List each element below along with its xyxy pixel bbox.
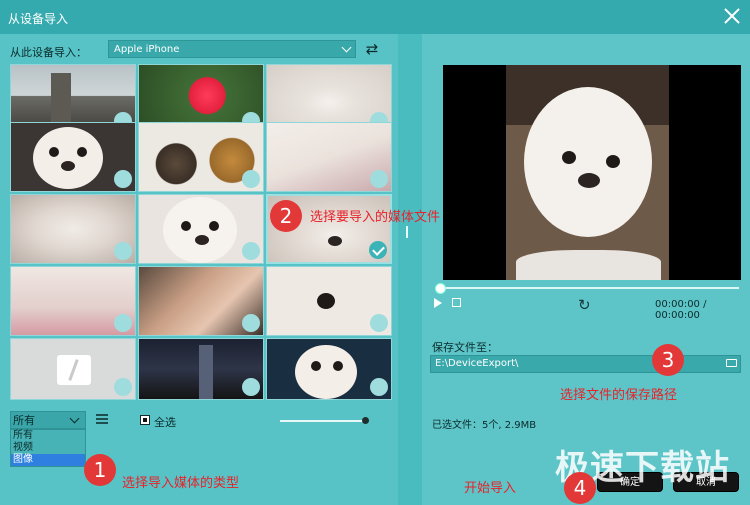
close-icon[interactable] <box>722 6 742 26</box>
dog-nose <box>61 161 75 171</box>
media-type-value: 所有 <box>13 414 35 427</box>
dog-eye <box>562 151 576 164</box>
select-circle[interactable] <box>242 378 260 396</box>
dog-eye <box>333 361 343 371</box>
thumbnail-grid <box>10 64 393 400</box>
list-view-icon[interactable] <box>96 414 108 424</box>
annotation-text: 选择文件的保存路径 <box>560 388 678 403</box>
dog-head <box>33 127 103 189</box>
timeline-knob[interactable] <box>435 283 446 294</box>
dog-head <box>524 87 652 237</box>
annotation-badge: 4 <box>564 472 596 504</box>
thumbnail[interactable] <box>266 266 392 336</box>
save-to-label: 保存文件至： <box>432 341 498 354</box>
refresh-icon[interactable]: ⇄ <box>363 40 381 58</box>
chevron-down-icon <box>69 413 80 424</box>
thumbnail[interactable] <box>266 122 392 192</box>
annotation-text: 选择导入媒体的类型 <box>122 476 240 491</box>
save-path-field[interactable]: E:\DeviceExport\ <box>430 355 741 373</box>
thumbnail[interactable] <box>10 266 136 336</box>
dog-eye <box>606 155 620 168</box>
select-all-label: 全选 <box>154 416 176 429</box>
dog-eye <box>181 221 191 231</box>
thumbnail[interactable] <box>138 194 264 264</box>
thumbnail[interactable] <box>266 338 392 400</box>
window-title: 从设备导入 <box>8 12 69 26</box>
option-all[interactable]: 所有 <box>11 430 85 442</box>
rotate-icon[interactable]: ↻ <box>578 298 593 313</box>
dog-eye <box>209 221 219 231</box>
annotation-text: 选择要导入的媒体文件 <box>310 210 441 225</box>
select-circle[interactable] <box>370 378 388 396</box>
dog-eye <box>77 147 87 157</box>
thumbnail-size-slider[interactable] <box>280 417 369 424</box>
chevron-down-icon <box>341 42 352 53</box>
thumbnail[interactable] <box>10 338 136 400</box>
media-type-select[interactable]: 所有 <box>10 411 86 429</box>
select-circle[interactable] <box>114 314 132 332</box>
time-readout: 00:00:00 / 00:00:00 <box>655 299 707 321</box>
annotation-badge: 2 <box>270 200 302 232</box>
preview-pane <box>443 65 741 280</box>
splitter-grip[interactable] <box>406 226 408 238</box>
preview-image <box>506 65 669 280</box>
option-video[interactable]: 视频 <box>11 442 85 454</box>
annotation-badge: 3 <box>652 344 684 376</box>
thumbnail[interactable] <box>10 194 136 264</box>
select-all-checkbox[interactable] <box>140 415 150 425</box>
select-circle[interactable] <box>242 314 260 332</box>
annotation-text: 开始导入 <box>464 481 517 496</box>
dog-eye <box>49 147 59 157</box>
tower-shape <box>199 345 213 399</box>
stop-icon[interactable] <box>452 298 461 307</box>
dog-nose <box>328 236 342 246</box>
media-type-dropdown: 所有 视频 图像 <box>10 429 86 467</box>
select-circle[interactable] <box>242 170 260 188</box>
title-bar: 从设备导入 <box>0 0 750 34</box>
select-circle[interactable] <box>114 378 132 396</box>
select-circle[interactable] <box>114 170 132 188</box>
dog-head <box>295 345 357 399</box>
thumbnail[interactable] <box>138 338 264 400</box>
dog-nose <box>578 173 600 188</box>
broken-file-icon <box>57 355 91 385</box>
device-select[interactable]: Apple iPhone <box>108 40 356 58</box>
play-icon[interactable] <box>434 298 442 308</box>
dog-eye <box>317 293 335 309</box>
source-label: 从此设备导入： <box>10 46 87 59</box>
thumbnail[interactable] <box>138 266 264 336</box>
thumbnail[interactable] <box>10 122 136 192</box>
device-select-value: Apple iPhone <box>114 44 180 55</box>
dog-nose <box>195 235 209 245</box>
select-circle[interactable] <box>370 170 388 188</box>
select-circle[interactable] <box>370 314 388 332</box>
select-circle[interactable] <box>242 242 260 260</box>
thumbnail[interactable] <box>138 122 264 192</box>
selected-files-info: 已选文件：5个, 2.9MB <box>432 420 537 431</box>
panel-splitter[interactable] <box>398 34 422 505</box>
slider-knob[interactable] <box>362 417 369 424</box>
dog-eye <box>311 361 321 371</box>
dog-head <box>163 197 237 263</box>
folder-icon[interactable] <box>726 359 737 367</box>
annotation-badge: 1 <box>84 454 116 486</box>
option-image[interactable]: 图像 <box>11 454 85 466</box>
timeline-slider[interactable] <box>435 283 739 294</box>
checkmark-icon[interactable] <box>369 241 387 259</box>
save-path-value: E:\DeviceExport\ <box>435 358 519 369</box>
select-circle[interactable] <box>114 242 132 260</box>
